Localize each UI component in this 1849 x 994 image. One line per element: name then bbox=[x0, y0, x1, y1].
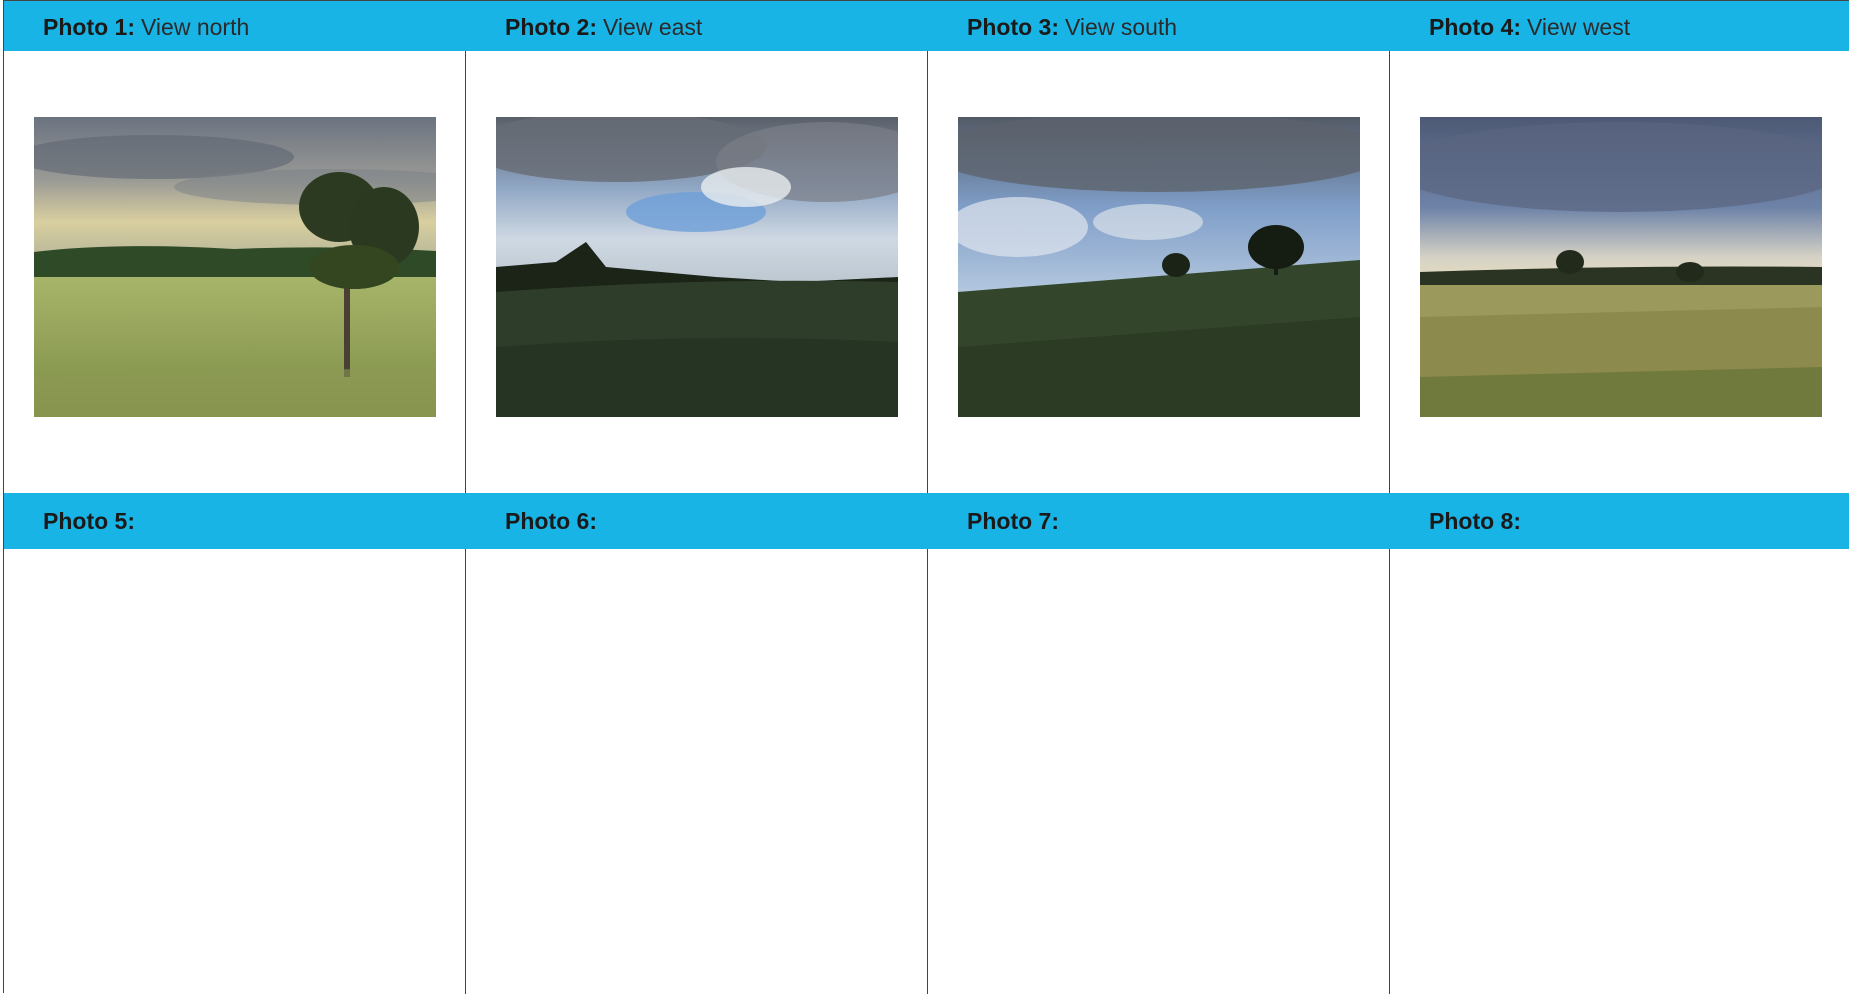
photo-7-cell bbox=[928, 549, 1390, 994]
photo-2-cell bbox=[466, 51, 928, 493]
photo-6-cell bbox=[466, 549, 928, 994]
photo-8-cell bbox=[1390, 549, 1849, 994]
photo-sheet: Photo 1: View north Photo 2: View east Pho… bbox=[3, 0, 1849, 994]
photo-1-caption: View north bbox=[141, 13, 250, 40]
photo-6-header: Photo 6: bbox=[466, 493, 928, 549]
photo-south-image bbox=[958, 117, 1360, 417]
photo-3-header: Photo 3: View south bbox=[928, 1, 1390, 51]
photo-2-caption: View east bbox=[603, 13, 703, 40]
photo-7-header: Photo 7: bbox=[928, 493, 1390, 549]
photo-3-caption: View south bbox=[1065, 13, 1178, 40]
photo-4-header: Photo 4: View west bbox=[1390, 1, 1849, 51]
photo-4-label: Photo 4: bbox=[1429, 13, 1521, 40]
photo-5-label: Photo 5: bbox=[43, 507, 135, 534]
photo-1-cell bbox=[4, 51, 466, 493]
photo-west-image bbox=[1420, 117, 1822, 417]
photo-2-label: Photo 2: bbox=[505, 13, 597, 40]
photo-north-image bbox=[34, 117, 436, 417]
photo-8-label: Photo 8: bbox=[1429, 507, 1521, 534]
photo-2-header: Photo 2: View east bbox=[466, 1, 928, 51]
photo-1-label: Photo 1: bbox=[43, 13, 135, 40]
photo-4-caption: View west bbox=[1527, 13, 1631, 40]
photo-3-cell bbox=[928, 51, 1390, 493]
photo-east-image bbox=[496, 117, 898, 417]
photo-5-cell bbox=[4, 549, 466, 994]
photo-4-cell bbox=[1390, 51, 1849, 493]
photo-1-header: Photo 1: View north bbox=[4, 1, 466, 51]
photo-8-header: Photo 8: bbox=[1390, 493, 1849, 549]
photo-6-label: Photo 6: bbox=[505, 507, 597, 534]
photo-3-label: Photo 3: bbox=[967, 13, 1059, 40]
photo-7-label: Photo 7: bbox=[967, 507, 1059, 534]
photo-5-header: Photo 5: bbox=[4, 493, 466, 549]
